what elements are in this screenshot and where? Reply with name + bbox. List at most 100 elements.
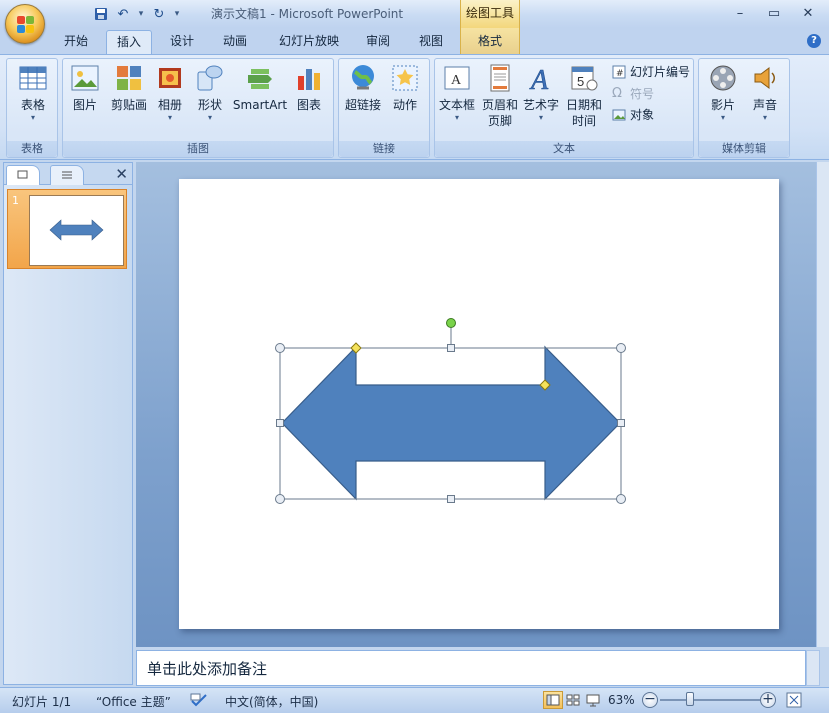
datetime-button[interactable]: 5 日期和 时间 [563, 63, 605, 129]
slideshow-view-icon[interactable] [583, 691, 603, 709]
resize-handle-bottom[interactable] [447, 495, 455, 503]
resize-handle-top-left[interactable] [275, 343, 285, 353]
svg-text:A: A [451, 73, 462, 88]
wordart-button[interactable]: A 艺术字 ▾ [521, 63, 561, 123]
left-right-arrow-shape[interactable] [281, 345, 621, 501]
help-icon[interactable]: ? [807, 34, 821, 48]
dropdown-arrow-icon: ▾ [167, 113, 172, 122]
tab-design[interactable]: 设计 [160, 30, 204, 54]
wordart-icon: A [526, 63, 556, 97]
fit-to-window-icon[interactable] [786, 692, 802, 711]
tab-animation[interactable]: 动画 [213, 30, 257, 54]
textbox-icon: A [442, 63, 472, 93]
tab-insert[interactable]: 插入 [106, 30, 152, 54]
svg-text:A: A [529, 65, 549, 93]
vertical-scrollbar[interactable] [816, 162, 829, 647]
table-button[interactable]: 表格 ▾ [11, 63, 55, 123]
smartart-icon [245, 63, 275, 93]
hyperlink-button[interactable]: 超链接 [341, 63, 385, 113]
tab-slides[interactable] [6, 165, 40, 185]
action-button[interactable]: 动作 [387, 63, 423, 113]
header-footer-button[interactable]: 页眉和 页脚 [479, 63, 521, 129]
group-label: 媒体剪辑 [699, 141, 789, 157]
save-icon[interactable] [92, 5, 110, 23]
zoom-level[interactable]: 63% [608, 693, 635, 707]
object-button[interactable]: 对象 [612, 106, 654, 123]
office-button[interactable] [5, 4, 45, 44]
left-right-arrow-thumbnail [49, 219, 104, 241]
slide-thumbnail-item[interactable]: 1 [7, 189, 127, 269]
textbox-button[interactable]: A 文本框 ▾ [437, 63, 477, 123]
resize-handle-bottom-right[interactable] [616, 494, 626, 504]
spellcheck-icon[interactable] [190, 693, 208, 710]
context-tools-label: 绘图工具 [460, 0, 520, 28]
album-button[interactable]: 相册 ▾ [153, 63, 187, 123]
normal-view-icon[interactable] [543, 691, 563, 709]
svg-text:5: 5 [577, 74, 584, 89]
panel-tabs: ✕ [4, 163, 132, 185]
clipart-button[interactable]: 剪贴画 [107, 63, 151, 113]
tab-slideshow[interactable]: 幻灯片放映 [270, 30, 348, 54]
window-controls: – ▭ ✕ [723, 2, 825, 24]
notes-pane[interactable]: 单击此处添加备注 [136, 650, 806, 686]
group-illustrations: 图片 剪贴画 相册 ▾ 形状 ▾ SmartArt 图表 插图 [62, 58, 334, 158]
outline-tab-icon [62, 171, 72, 179]
minimize-icon[interactable]: – [723, 2, 757, 24]
rotation-handle[interactable] [446, 318, 456, 328]
resize-handle-top[interactable] [447, 344, 455, 352]
close-icon[interactable]: ✕ [115, 165, 128, 183]
quick-access-toolbar: ↶ ▾ ↻ ▾ [50, 4, 182, 24]
chart-icon [294, 63, 324, 93]
action-star-icon [390, 63, 420, 93]
slide-number-button[interactable]: # 幻灯片编号 [612, 63, 690, 80]
smartart-button[interactable]: SmartArt [231, 63, 289, 113]
redo-icon[interactable]: ↻ [150, 5, 168, 23]
zoom-slider-thumb[interactable] [686, 692, 694, 706]
slide-sorter-view-icon[interactable] [563, 691, 583, 709]
zoom-out-icon[interactable]: − [642, 692, 658, 708]
resize-handle-top-right[interactable] [616, 343, 626, 353]
group-label: 插图 [63, 141, 333, 157]
office-logo-icon [17, 16, 35, 34]
symbol-button[interactable]: Ω 符号 [612, 85, 654, 102]
group-table: 表格 ▾ 表格 [6, 58, 58, 158]
resize-handle-bottom-left[interactable] [275, 494, 285, 504]
chart-button[interactable]: 图表 [291, 63, 327, 113]
notes-scrollbar[interactable] [806, 650, 820, 686]
slide-thumbnail [29, 195, 124, 266]
undo-icon[interactable]: ↶ [114, 5, 132, 23]
zoom-in-icon[interactable]: + [760, 692, 776, 708]
undo-dropdown-icon[interactable]: ▾ [136, 5, 146, 23]
group-media: 影片 ▾ 声音 ▾ 媒体剪辑 [698, 58, 790, 158]
resize-handle-left[interactable] [276, 419, 284, 427]
sound-button[interactable]: 声音 ▾ [745, 63, 785, 123]
customize-qat-icon[interactable]: ▾ [172, 5, 182, 23]
ribbon: 表格 ▾ 表格 图片 剪贴画 相册 ▾ 形状 ▾ SmartArt 图表 插图 … [0, 54, 829, 160]
language-indicator[interactable]: 中文(简体，中国) [225, 693, 318, 710]
clipart-icon [114, 63, 144, 93]
slides-tab-icon [17, 170, 28, 179]
shapes-button[interactable]: 形状 ▾ [193, 63, 227, 123]
close-icon[interactable]: ✕ [791, 2, 825, 24]
group-label: 文本 [435, 141, 693, 157]
slide-number: 1 [12, 194, 19, 207]
speaker-icon [750, 63, 780, 93]
picture-button[interactable]: 图片 [65, 63, 105, 113]
zoom-slider[interactable] [660, 699, 760, 701]
tab-review[interactable]: 审阅 [357, 30, 399, 54]
group-links: 超链接 动作 链接 [338, 58, 430, 158]
tab-outline[interactable] [50, 165, 84, 185]
window-title: 演示文稿1 - Microsoft PowerPoint [211, 7, 404, 21]
tab-format[interactable]: 格式 [460, 28, 520, 54]
status-bar: 幻灯片 1/1 “Office 主题” 中文(简体，中国) 63% − + [0, 687, 829, 713]
tab-view[interactable]: 视图 [410, 30, 452, 54]
movie-button[interactable]: 影片 ▾ [703, 63, 743, 123]
dropdown-arrow-icon: ▾ [762, 113, 767, 122]
object-icon [612, 108, 626, 122]
dropdown-arrow-icon: ▾ [538, 113, 543, 122]
slide-canvas[interactable] [179, 179, 779, 629]
maximize-icon[interactable]: ▭ [757, 2, 791, 24]
tab-home[interactable]: 开始 [55, 30, 97, 54]
slide-editing-area [136, 162, 816, 647]
resize-handle-right[interactable] [617, 419, 625, 427]
